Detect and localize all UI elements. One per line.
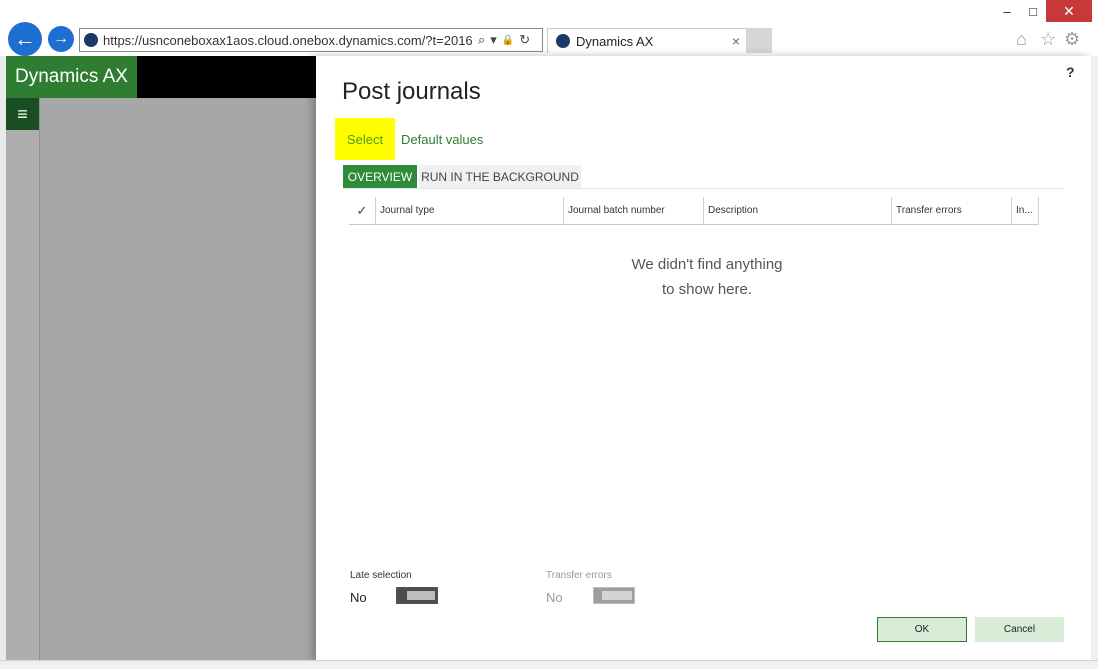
app-brand[interactable]: Dynamics AX [6, 56, 137, 98]
column-header-journal-batch-number[interactable]: Journal batch number [564, 197, 704, 224]
tab-close-icon[interactable]: × [732, 33, 740, 49]
select-link[interactable]: Select [335, 118, 395, 160]
favorites-icon[interactable]: ☆ [1040, 29, 1056, 50]
transfer-errors-value: No [546, 590, 563, 605]
home-icon[interactable]: ⌂ [1016, 29, 1027, 50]
transfer-errors-toggle [593, 587, 635, 604]
toggle-knob [407, 591, 435, 600]
forward-button[interactable]: → [48, 26, 74, 52]
window-close-button[interactable]: ✕ [1046, 0, 1092, 22]
workspace-overlay [40, 98, 316, 660]
column-header-in[interactable]: In... [1012, 197, 1039, 224]
late-selection-label: Late selection [350, 570, 412, 581]
empty-state-line-2: to show here. [661, 281, 753, 298]
tab-favicon-icon [556, 34, 570, 48]
tab-run-in-background[interactable]: RUN IN THE BACKGROUND [419, 165, 581, 189]
column-header-transfer-errors[interactable]: Transfer errors [892, 197, 1012, 224]
tab-overview[interactable]: OVERVIEW [343, 165, 417, 189]
empty-state-message: We didn't find anything to show here. [600, 252, 814, 302]
url-text[interactable]: https://usnconeboxax1aos.cloud.onebox.dy… [103, 33, 473, 48]
toggle-knob [602, 591, 632, 600]
tab-divider [343, 188, 1064, 189]
settings-icon[interactable]: ⚙ [1064, 29, 1080, 50]
grid-header: ✓ Journal type Journal batch number Desc… [349, 197, 1039, 225]
late-selection-value: No [350, 590, 367, 605]
page-title: Post journals [342, 78, 481, 105]
address-bar[interactable]: https://usnconeboxax1aos.cloud.onebox.dy… [79, 28, 543, 52]
help-icon[interactable]: ? [1066, 64, 1075, 80]
select-all-check-icon[interactable]: ✓ [349, 197, 376, 224]
column-header-description[interactable]: Description [704, 197, 892, 224]
browser-tab[interactable]: Dynamics AX × [547, 28, 747, 53]
column-header-journal-type[interactable]: Journal type [376, 197, 564, 224]
back-button[interactable]: ← [8, 22, 42, 56]
cancel-button[interactable]: Cancel [975, 617, 1064, 642]
search-icon[interactable]: ⌕ [478, 32, 485, 48]
late-selection-toggle[interactable] [396, 587, 438, 604]
nav-rail [6, 98, 40, 660]
refresh-icon[interactable]: ↻ [519, 32, 530, 48]
maximize-button[interactable]: □ [1020, 0, 1046, 22]
chevron-down-icon[interactable]: ▾ [490, 32, 497, 48]
minimize-button[interactable]: – [994, 0, 1020, 22]
site-icon [84, 33, 98, 47]
empty-state-line-1: We didn't find anything [631, 256, 783, 273]
default-values-link[interactable]: Default values [401, 132, 483, 147]
window-edge-right [1091, 56, 1098, 660]
lock-icon[interactable]: 🔒 [502, 35, 514, 46]
transfer-errors-label: Transfer errors [546, 570, 612, 581]
menu-icon[interactable]: ≡ [6, 98, 39, 130]
new-tab-button[interactable] [746, 28, 772, 53]
tab-title: Dynamics AX [576, 33, 654, 49]
ok-button[interactable]: OK [877, 617, 967, 642]
